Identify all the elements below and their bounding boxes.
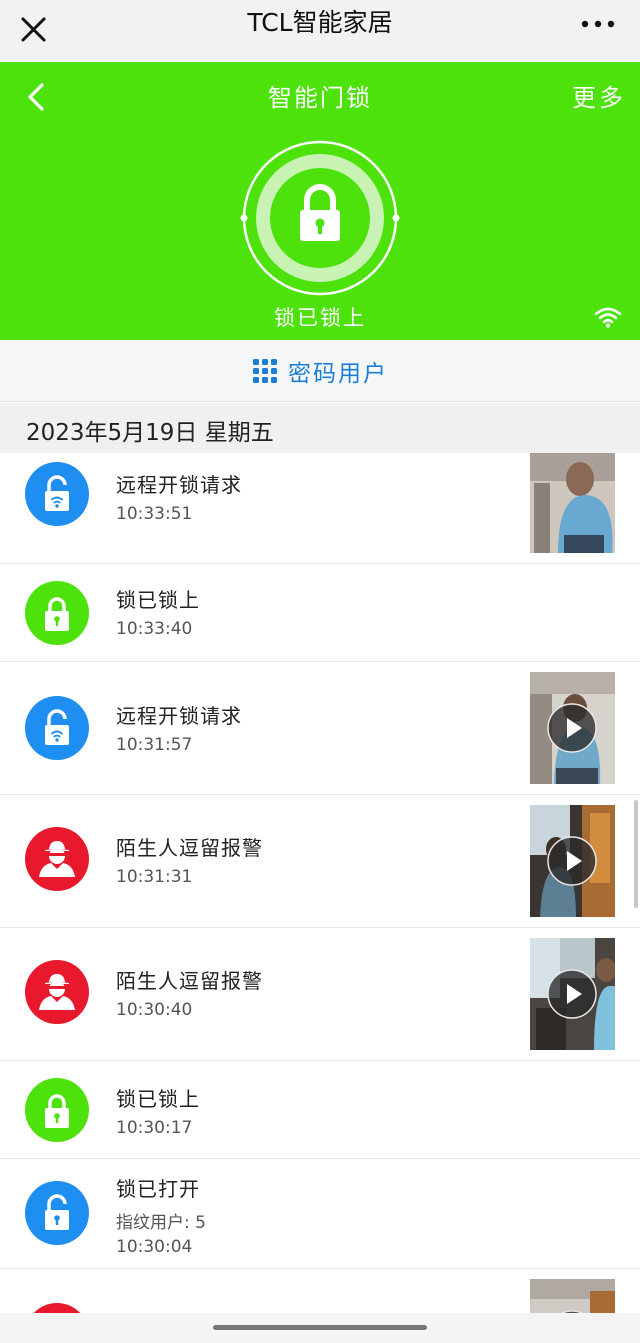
event-text: 锁已锁上 10:30:17 [116,1083,200,1138]
event-text: 锁已锁上 10:33:40 [116,584,200,639]
event-row[interactable]: 锁已锁上 10:33:40 [0,564,640,662]
video-thumbnail[interactable] [530,805,615,917]
more-options-icon[interactable] [580,14,616,34]
lock-header: 智能门锁 更多 锁已锁上 [0,62,640,340]
event-detail: 指纹用户: 5 [116,1213,206,1233]
scrollbar[interactable] [634,800,638,908]
event-row[interactable]: 远程开锁请求 10:31:57 [0,662,640,795]
password-users-label: 密码用户 [288,360,388,387]
lock-icon [25,581,89,645]
event-title: 远程开锁请求 [116,704,242,728]
unlock-icon [25,1181,89,1245]
event-title: 远程开锁请求 [116,473,242,497]
event-time: 10:31:31 [116,867,193,887]
event-time: 10:33:40 [116,619,193,639]
event-text: 远程开锁请求 10:31:57 [116,700,242,755]
event-row[interactable]: 锁已锁上 10:30:17 [0,1061,640,1159]
event-time: 10:30:17 [116,1118,193,1138]
event-row[interactable]: 陌生人逗留报警 10:31:31 [0,795,640,928]
keypad-grid-icon [253,358,277,383]
event-time: 10:31:57 [116,735,193,755]
wifi-signal-icon [594,307,622,328]
event-title: 陌生人逗留报警 [116,836,263,860]
home-indicator-bar [0,1313,640,1343]
event-row[interactable]: 陌生人逗留报警 10:30:40 [0,928,640,1061]
video-thumbnail[interactable] [530,938,615,1050]
more-button[interactable]: 更多 [572,78,626,113]
event-title: 陌生人逗留报警 [116,969,263,993]
event-time: 10:30:40 [116,1000,193,1020]
wifi-unlock-icon [25,696,89,760]
app-title: TCL智能家居 [247,8,393,37]
event-row[interactable]: 锁已打开 指纹用户: 5 10:30:04 [0,1159,640,1269]
event-title: 锁已锁上 [116,588,200,612]
event-list: 远程开锁请求 10:33:51 锁已锁上 10:33:40 远程开锁请求 10:… [0,453,640,1329]
event-text: 锁已打开 指纹用户: 5 10:30:04 [116,1173,206,1257]
lock-icon [25,1078,89,1142]
stranger-icon [25,827,89,891]
wifi-unlock-icon [25,462,89,526]
event-text: 陌生人逗留报警 10:30:40 [116,965,263,1020]
date-header: 2023年5月19日 星期五 [0,403,640,453]
date-text: 2023年5月19日 星期五 [26,420,274,446]
event-time: 10:33:51 [116,504,193,524]
lock-status-ring[interactable] [240,138,400,298]
event-time: 10:30:04 [116,1237,193,1257]
event-row[interactable]: 远程开锁请求 10:33:51 [0,453,640,564]
video-thumbnail[interactable] [530,672,615,784]
page-title: 智能门锁 [268,84,372,112]
event-title: 锁已打开 [116,1177,200,1201]
snapshot-thumbnail[interactable] [530,453,615,553]
home-indicator[interactable] [213,1325,427,1330]
event-text: 陌生人逗留报警 10:31:31 [116,832,263,887]
event-title: 锁已锁上 [116,1087,200,1111]
lock-status-text: 锁已锁上 [274,306,366,330]
stranger-icon [25,960,89,1024]
top-bar: TCL智能家居 [0,0,640,62]
event-text: 远程开锁请求 10:33:51 [116,469,242,524]
password-users-button[interactable]: 密码用户 [0,340,640,402]
